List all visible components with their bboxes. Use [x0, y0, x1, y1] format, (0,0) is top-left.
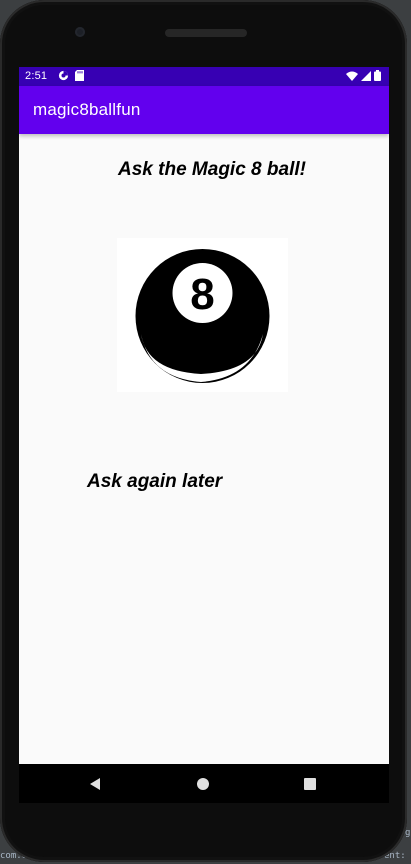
emulator-window: com.ex g ent: 2:51 magic8ballfun Ask the… [0, 0, 411, 864]
data-saver-icon [58, 70, 69, 84]
home-button[interactable] [173, 764, 233, 803]
app-title: magic8ballfun [33, 100, 141, 119]
back-button[interactable] [65, 764, 125, 803]
back-icon [90, 777, 100, 790]
recents-button[interactable] [280, 764, 340, 803]
recents-icon [304, 777, 316, 790]
page-heading: Ask the Magic 8 ball! [118, 159, 306, 180]
magic-8-ball-image-button[interactable]: 8 [117, 238, 288, 392]
front-camera [75, 27, 85, 37]
phone-frame: 2:51 magic8ballfun Ask the Magic 8 ball!… [0, 0, 407, 862]
device-screen: 2:51 magic8ballfun Ask the Magic 8 ball!… [19, 67, 389, 803]
navigation-bar [19, 764, 389, 803]
cell-signal-icon [361, 70, 371, 84]
magic-8-ball-icon: 8 [135, 249, 270, 383]
earpiece-speaker [165, 29, 247, 37]
status-bar: 2:51 [19, 67, 389, 86]
answer-text: Ask again later [87, 471, 223, 492]
wifi-icon [346, 71, 358, 84]
home-icon [197, 777, 209, 790]
sd-card-icon [75, 70, 84, 84]
status-left-icons [58, 70, 84, 84]
battery-icon [374, 70, 381, 84]
ball-number: 8 [190, 270, 214, 319]
app-bar: magic8ballfun [19, 86, 389, 134]
ide-text-fragment: g [405, 828, 411, 838]
status-right-icons [346, 70, 381, 84]
status-time: 2:51 [25, 70, 48, 82]
